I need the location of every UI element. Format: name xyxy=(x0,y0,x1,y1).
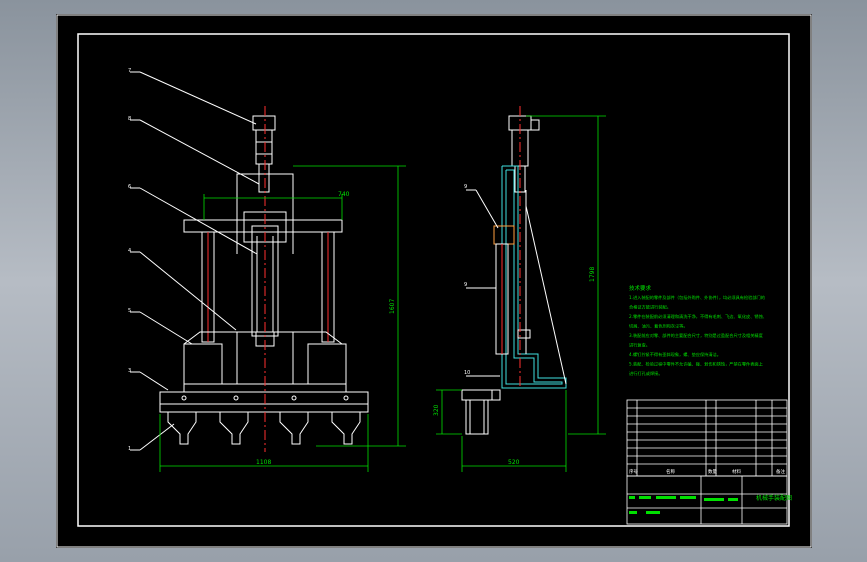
part-callout: 7 xyxy=(128,68,131,74)
bom-header-cell: 数量 xyxy=(708,468,717,475)
bom-header-cell: 序号 xyxy=(629,468,638,475)
tech-requirement-line: 1.进入装配的零件及部件（包括外购件、外协件），均必须具有检验部门的 xyxy=(629,294,765,301)
dim-side-height: 1798 xyxy=(589,267,596,282)
tech-requirement-line: 4.螺钉拧紧不得有歪斜现象，螺、垫应保持清洁。 xyxy=(629,351,721,358)
dim-front-top: 740 xyxy=(338,191,350,198)
tech-requirement-line: 合格证方能进行装配。 xyxy=(629,304,671,311)
part-callout: 9 xyxy=(464,184,467,190)
dim-side-width: 520 xyxy=(508,459,520,466)
tech-requirements-title: 技术要求 xyxy=(629,284,652,292)
tech-requirement-line: 2.零件在装配前必须清理和清洗干净，不得有毛刺、飞边、氧化皮、锈蚀、 xyxy=(629,313,767,320)
part-callout: 1 xyxy=(128,446,131,452)
part-callout: 10 xyxy=(464,370,470,376)
part-callout: 5 xyxy=(128,308,131,314)
dim-side-base: 320 xyxy=(433,404,440,416)
front-view xyxy=(130,71,369,452)
side-dimensions xyxy=(436,115,606,472)
bom-header-row: 序号 名称 数量 材料 备注 xyxy=(629,468,785,475)
bom-header-cell: 材料 xyxy=(732,468,741,475)
bom-header-cell: 名称 xyxy=(666,468,675,475)
side-view xyxy=(461,106,567,435)
front-view-callouts: 7 8 6 4 5 3 1 xyxy=(128,68,131,452)
front-leaders xyxy=(130,71,260,451)
part-callout: 3 xyxy=(128,368,131,374)
part-callout: 9 xyxy=(464,282,467,288)
cad-viewport[interactable]: 7864531 9 9 10 1108 1607 740 520 1798 320 … xyxy=(56,14,812,548)
tech-requirement-line: 5.装配、检验过程中零件不允许磕、碰、划伤和锈蚀，严禁在零件表面上 xyxy=(629,361,763,368)
side-view-callouts: 9 9 10 xyxy=(464,184,470,376)
tech-requirement-line: 进行打孔或焊接。 xyxy=(629,370,663,377)
drawing-name: 机械手装配图 xyxy=(756,494,792,502)
tech-requirement-line: 切屑、油污、着色剂和灰尘等。 xyxy=(629,323,688,330)
tech-requirement-line: 3.装配前应对零、部件的主要配合尺寸，特别是过盈配合尺寸及相关精度 xyxy=(629,332,764,339)
tech-requirements-text: 1.进入装配的零件及部件（包括外购件、外协件），均必须具有检验部门的合格证方能进… xyxy=(629,294,767,377)
bom-header-cell: 备注 xyxy=(776,468,785,475)
part-callout: 6 xyxy=(128,184,131,190)
part-callout: 4 xyxy=(128,248,131,254)
sheet-border xyxy=(56,14,812,548)
tech-requirement-line: 进行复查。 xyxy=(629,342,650,349)
bom-table xyxy=(626,399,788,525)
gripper-fingers xyxy=(167,412,361,445)
dim-front-height: 1607 xyxy=(389,299,396,314)
assembly-drawing: 7864531 9910 1108 1607 740 520 1798 320 … xyxy=(56,14,812,548)
title-block-green xyxy=(629,496,738,514)
part-callout: 8 xyxy=(128,116,131,122)
dim-front-width: 1108 xyxy=(256,459,271,466)
